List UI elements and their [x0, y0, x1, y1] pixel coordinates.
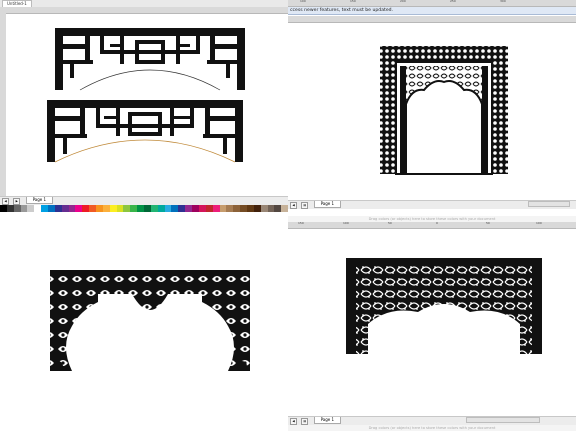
palette-swatch[interactable] — [0, 204, 7, 212]
palette-swatch[interactable] — [171, 204, 179, 212]
palette-swatch[interactable] — [253, 204, 261, 212]
palette-swatch[interactable] — [116, 204, 124, 212]
palette-swatch[interactable] — [240, 204, 247, 212]
palette-swatch[interactable] — [205, 204, 213, 212]
palette-swatch[interactable] — [178, 204, 186, 212]
palette-swatch[interactable] — [109, 204, 117, 212]
palette-swatch[interactable] — [54, 204, 62, 212]
palette-swatch[interactable] — [89, 204, 97, 212]
palette-swatch[interactable] — [157, 204, 165, 212]
palette-swatch[interactable] — [137, 204, 145, 212]
page-icon[interactable]: ▤ — [301, 418, 309, 425]
arch-guide-curve-upper — [79, 69, 221, 91]
mesh-arch-frame — [380, 46, 508, 175]
prev-page-icon[interactable]: ◀ — [290, 418, 297, 425]
palette-swatch[interactable] — [185, 204, 193, 212]
color-docker-hint-bottom: Drag colors (or objects) here to store t… — [288, 425, 576, 431]
mesh-arch-drawing — [380, 46, 508, 175]
page-icon[interactable]: ▤ — [301, 202, 309, 209]
palette-swatch[interactable] — [6, 204, 14, 212]
palette-swatch[interactable] — [219, 204, 227, 212]
lattice-arch-upper — [55, 28, 245, 90]
palette-swatch[interactable] — [27, 204, 35, 212]
palette-swatch[interactable] — [68, 204, 76, 212]
palette-swatch[interactable] — [123, 204, 131, 212]
canvas-quadrant-top-right: 100 150 200 250 300 ccess newer features… — [288, 0, 576, 216]
palette-swatch[interactable] — [20, 204, 28, 212]
palette-swatch[interactable] — [267, 204, 275, 212]
horizontal-scrollbar[interactable] — [528, 201, 570, 207]
filigree-panel — [346, 258, 542, 354]
palette-swatch[interactable] — [198, 204, 206, 212]
palette-swatch[interactable] — [274, 204, 282, 212]
arch-guide-curve-lower — [54, 139, 236, 163]
page-tab[interactable]: Page 1 — [313, 201, 342, 208]
palette-swatch[interactable] — [260, 204, 268, 212]
palette-swatch[interactable] — [13, 204, 21, 212]
palette-swatch[interactable] — [192, 204, 199, 212]
palette-swatch[interactable] — [34, 204, 42, 212]
palette-swatch[interactable] — [164, 204, 172, 212]
carved-arch-drawing — [50, 270, 250, 371]
palette-swatch[interactable] — [212, 204, 220, 212]
palette-swatch[interactable] — [246, 204, 254, 212]
page-navigator: ◀ ▶ Page 1 — [0, 196, 288, 205]
prev-page-icon[interactable]: ◀ — [2, 198, 9, 205]
horizontal-scrollbar[interactable] — [466, 417, 540, 423]
palette-swatch[interactable] — [61, 204, 69, 212]
palette-swatch[interactable] — [102, 204, 110, 212]
next-page-icon[interactable]: ▶ — [13, 198, 21, 205]
color-palette — [0, 204, 288, 212]
palette-swatch[interactable] — [281, 204, 288, 212]
palette-swatch[interactable] — [150, 204, 158, 212]
palette-swatch[interactable] — [41, 204, 49, 212]
canvas-quadrant-bottom-right: Drag colors (or objects) here to store t… — [288, 216, 576, 432]
palette-swatch[interactable] — [144, 204, 151, 212]
palette-swatch[interactable] — [130, 204, 138, 212]
page-tab[interactable]: Page 1 — [313, 417, 342, 424]
prev-page-icon[interactable]: ◀ — [290, 202, 297, 209]
palette-swatch[interactable] — [48, 204, 55, 212]
page-tab[interactable]: Page 1 — [25, 197, 54, 204]
palette-swatch[interactable] — [96, 204, 103, 212]
canvas-quadrant-top-left: Untitled-1 ◀ ▶ Page 1 — [0, 0, 288, 216]
canvas-quadrant-bottom-left — [0, 216, 288, 432]
palette-swatch[interactable] — [82, 204, 90, 212]
palette-swatch[interactable] — [75, 204, 83, 212]
carved-arch — [50, 270, 250, 371]
lattice-arch-drawing — [47, 28, 245, 163]
filigree-panel-drawing — [346, 258, 542, 354]
palette-swatch[interactable] — [233, 204, 241, 212]
palette-swatch[interactable] — [226, 204, 234, 212]
